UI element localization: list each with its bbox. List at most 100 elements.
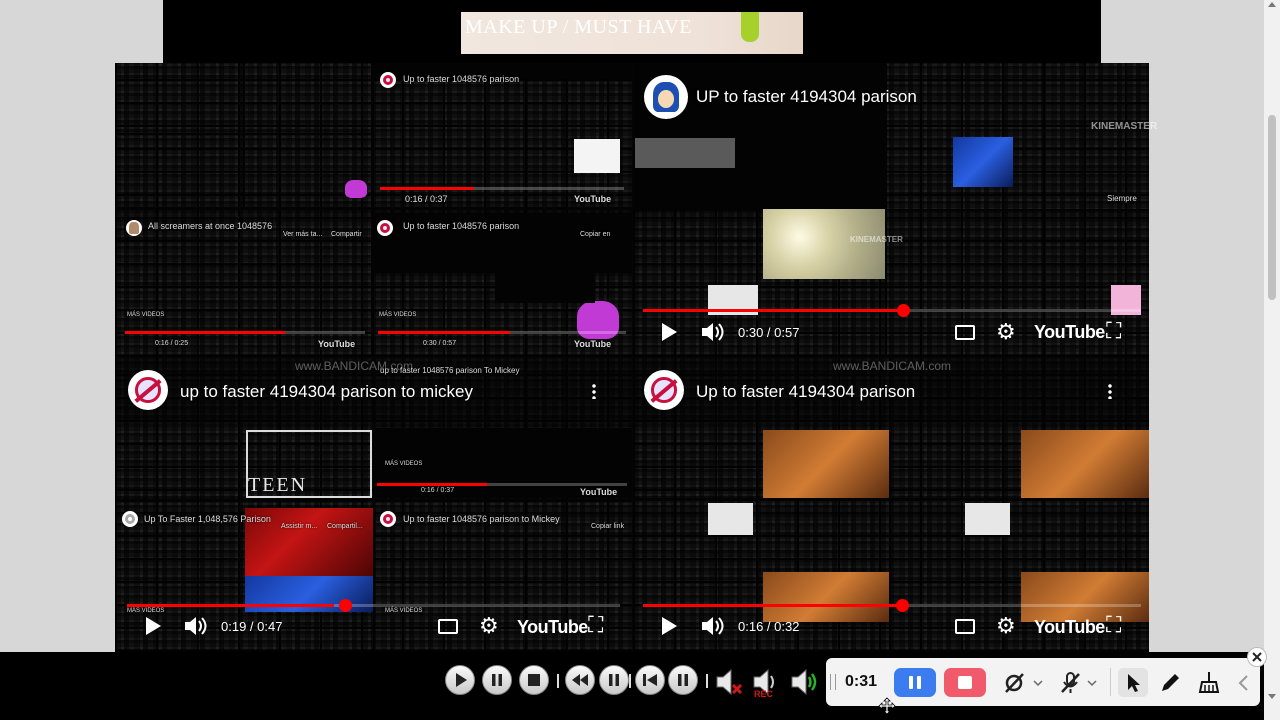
progress-bar[interactable] <box>643 599 1141 612</box>
volume-icon <box>702 323 724 341</box>
rewind-icon <box>572 674 588 686</box>
fullscreen-icon[interactable]: ⛶ <box>1106 318 1121 344</box>
stop-icon <box>528 674 540 686</box>
share-action[interactable]: Compartir <box>331 231 362 238</box>
volume-button[interactable] <box>788 667 822 702</box>
volume-icon <box>791 668 817 696</box>
video-title: Up To Faster 1,048,576 Parison <box>144 514 271 524</box>
eraser-tool-button[interactable] <box>1196 670 1222 701</box>
channel-avatar <box>380 511 396 527</box>
scroll-up-icon[interactable] <box>1268 2 1276 7</box>
pen-tool-button[interactable] <box>1157 670 1183 701</box>
broom-icon <box>1198 672 1220 693</box>
stop-icon <box>958 676 972 689</box>
record-audio-button[interactable]: REC <box>750 667 784 702</box>
pointer-tool-button[interactable] <box>1118 668 1148 697</box>
youtube-logo[interactable]: YouTube <box>318 339 355 349</box>
youtube-logo[interactable]: YouTube <box>1034 322 1105 343</box>
settings-icon[interactable]: ⚙ <box>996 613 1016 639</box>
more-options-icon[interactable] <box>1108 383 1112 399</box>
stop-button[interactable] <box>519 665 549 695</box>
volume-button[interactable] <box>700 615 724 642</box>
kinemaster-watermark: KINEMASTER <box>1091 121 1158 132</box>
play-button[interactable] <box>660 322 678 347</box>
pause-button[interactable] <box>482 665 512 695</box>
channel-avatar <box>380 72 396 88</box>
mute-button[interactable] <box>713 667 747 702</box>
play-button[interactable] <box>144 616 162 641</box>
progress-bar[interactable] <box>643 304 1141 317</box>
youtube-logo[interactable]: YouTube <box>574 194 611 204</box>
youtube-logo[interactable]: YouTube <box>580 487 617 497</box>
scroll-down-icon[interactable] <box>1268 694 1276 699</box>
ad-brand-mark <box>741 12 759 42</box>
play-button[interactable] <box>660 616 678 641</box>
drag-handle-icon[interactable] <box>830 674 836 690</box>
more-videos-action[interactable]: Ver más ta... <box>283 231 322 238</box>
collapse-toolbar-button[interactable] <box>1236 673 1252 698</box>
video-tile-top-left[interactable] <box>115 63 632 357</box>
time-label: 0:30 / 0:57 <box>738 325 800 340</box>
scrollbar-thumb[interactable] <box>1268 115 1276 300</box>
toolbar-divider <box>1110 668 1111 696</box>
microphone-off-icon <box>1061 672 1097 693</box>
pause-icon <box>678 674 688 686</box>
channel-avatar <box>128 370 168 410</box>
progress-bar[interactable] <box>127 599 620 612</box>
settings-icon[interactable]: ⚙ <box>996 319 1016 345</box>
video-collage[interactable]: Up to faster 1048576 parison 0:16 / 0:37… <box>115 63 1157 652</box>
volume-icon <box>185 617 207 635</box>
progress-bar[interactable] <box>378 331 626 334</box>
video-title: UP to faster 4194304 parison <box>696 87 917 106</box>
skip-back-button[interactable] <box>635 665 665 695</box>
ad-banner[interactable]: MAKE UP / MUST HAVE <box>461 12 803 54</box>
microphone-off-button[interactable] <box>1059 671 1099 700</box>
pause-recording-button[interactable] <box>894 668 936 697</box>
watch-more-action[interactable]: Assistir m... <box>281 523 317 530</box>
copy-link-action[interactable]: Copiar link <box>591 523 624 530</box>
settings-icon[interactable]: ⚙ <box>479 613 499 639</box>
video-title: Up to faster 1048576 parison to Mickey <box>403 514 560 524</box>
mute-icon <box>716 668 743 696</box>
progress-bar[interactable] <box>377 483 627 486</box>
toolbar-divider <box>706 674 708 688</box>
copy-action[interactable]: Copiar en <box>580 231 610 238</box>
video-tile-bottom-right[interactable] <box>633 358 1149 652</box>
more-videos-label: MÁS VIDEOS <box>127 312 165 318</box>
pause-icon <box>492 674 502 686</box>
pause-button-2[interactable] <box>599 665 629 695</box>
bandicam-watermark: www.BANDICAM.com <box>833 359 952 373</box>
youtube-logo[interactable]: YouTube <box>574 339 611 349</box>
ad-text: MAKE UP / MUST HAVE <box>465 16 692 38</box>
youtube-logo[interactable]: YouTube <box>517 617 588 638</box>
play-button[interactable] <box>445 665 475 695</box>
volume-button[interactable] <box>183 615 207 642</box>
subtitles-icon[interactable] <box>955 325 975 340</box>
video-tile-bottom-left[interactable] <box>115 358 632 652</box>
subtitles-icon[interactable] <box>438 619 458 634</box>
rewind-button[interactable] <box>565 665 595 695</box>
video-tile-top-right[interactable] <box>633 63 1149 357</box>
progress-bar[interactable] <box>125 331 365 334</box>
camera-off-button[interactable] <box>1003 671 1043 700</box>
volume-button[interactable] <box>700 321 724 348</box>
fullscreen-icon[interactable]: ⛶ <box>1106 612 1121 638</box>
progress-bar[interactable] <box>380 187 624 190</box>
fullscreen-icon[interactable]: ⛶ <box>588 612 603 638</box>
page-scrollbar[interactable] <box>1264 0 1280 720</box>
time-label: 0:16 / 0:37 <box>405 194 448 204</box>
subtitles-icon[interactable] <box>955 619 975 634</box>
channel-avatar <box>644 75 688 119</box>
video-title: up to faster 1048576 parison To Mickey <box>380 366 520 375</box>
play-icon <box>662 323 677 341</box>
pause-icon <box>609 674 619 686</box>
close-recorder-button[interactable] <box>1247 647 1267 667</box>
stop-recording-button[interactable] <box>944 668 986 697</box>
pause-button-3[interactable] <box>668 665 698 695</box>
video-title: Up to faster 1048576 parison <box>403 221 520 231</box>
share-action[interactable]: Compartil... <box>327 523 363 530</box>
more-options-icon[interactable] <box>592 383 596 399</box>
channel-avatar <box>122 511 138 527</box>
youtube-logo[interactable]: YouTube <box>1034 617 1105 638</box>
more-videos-label: MÁS VIDEOS <box>379 312 417 318</box>
